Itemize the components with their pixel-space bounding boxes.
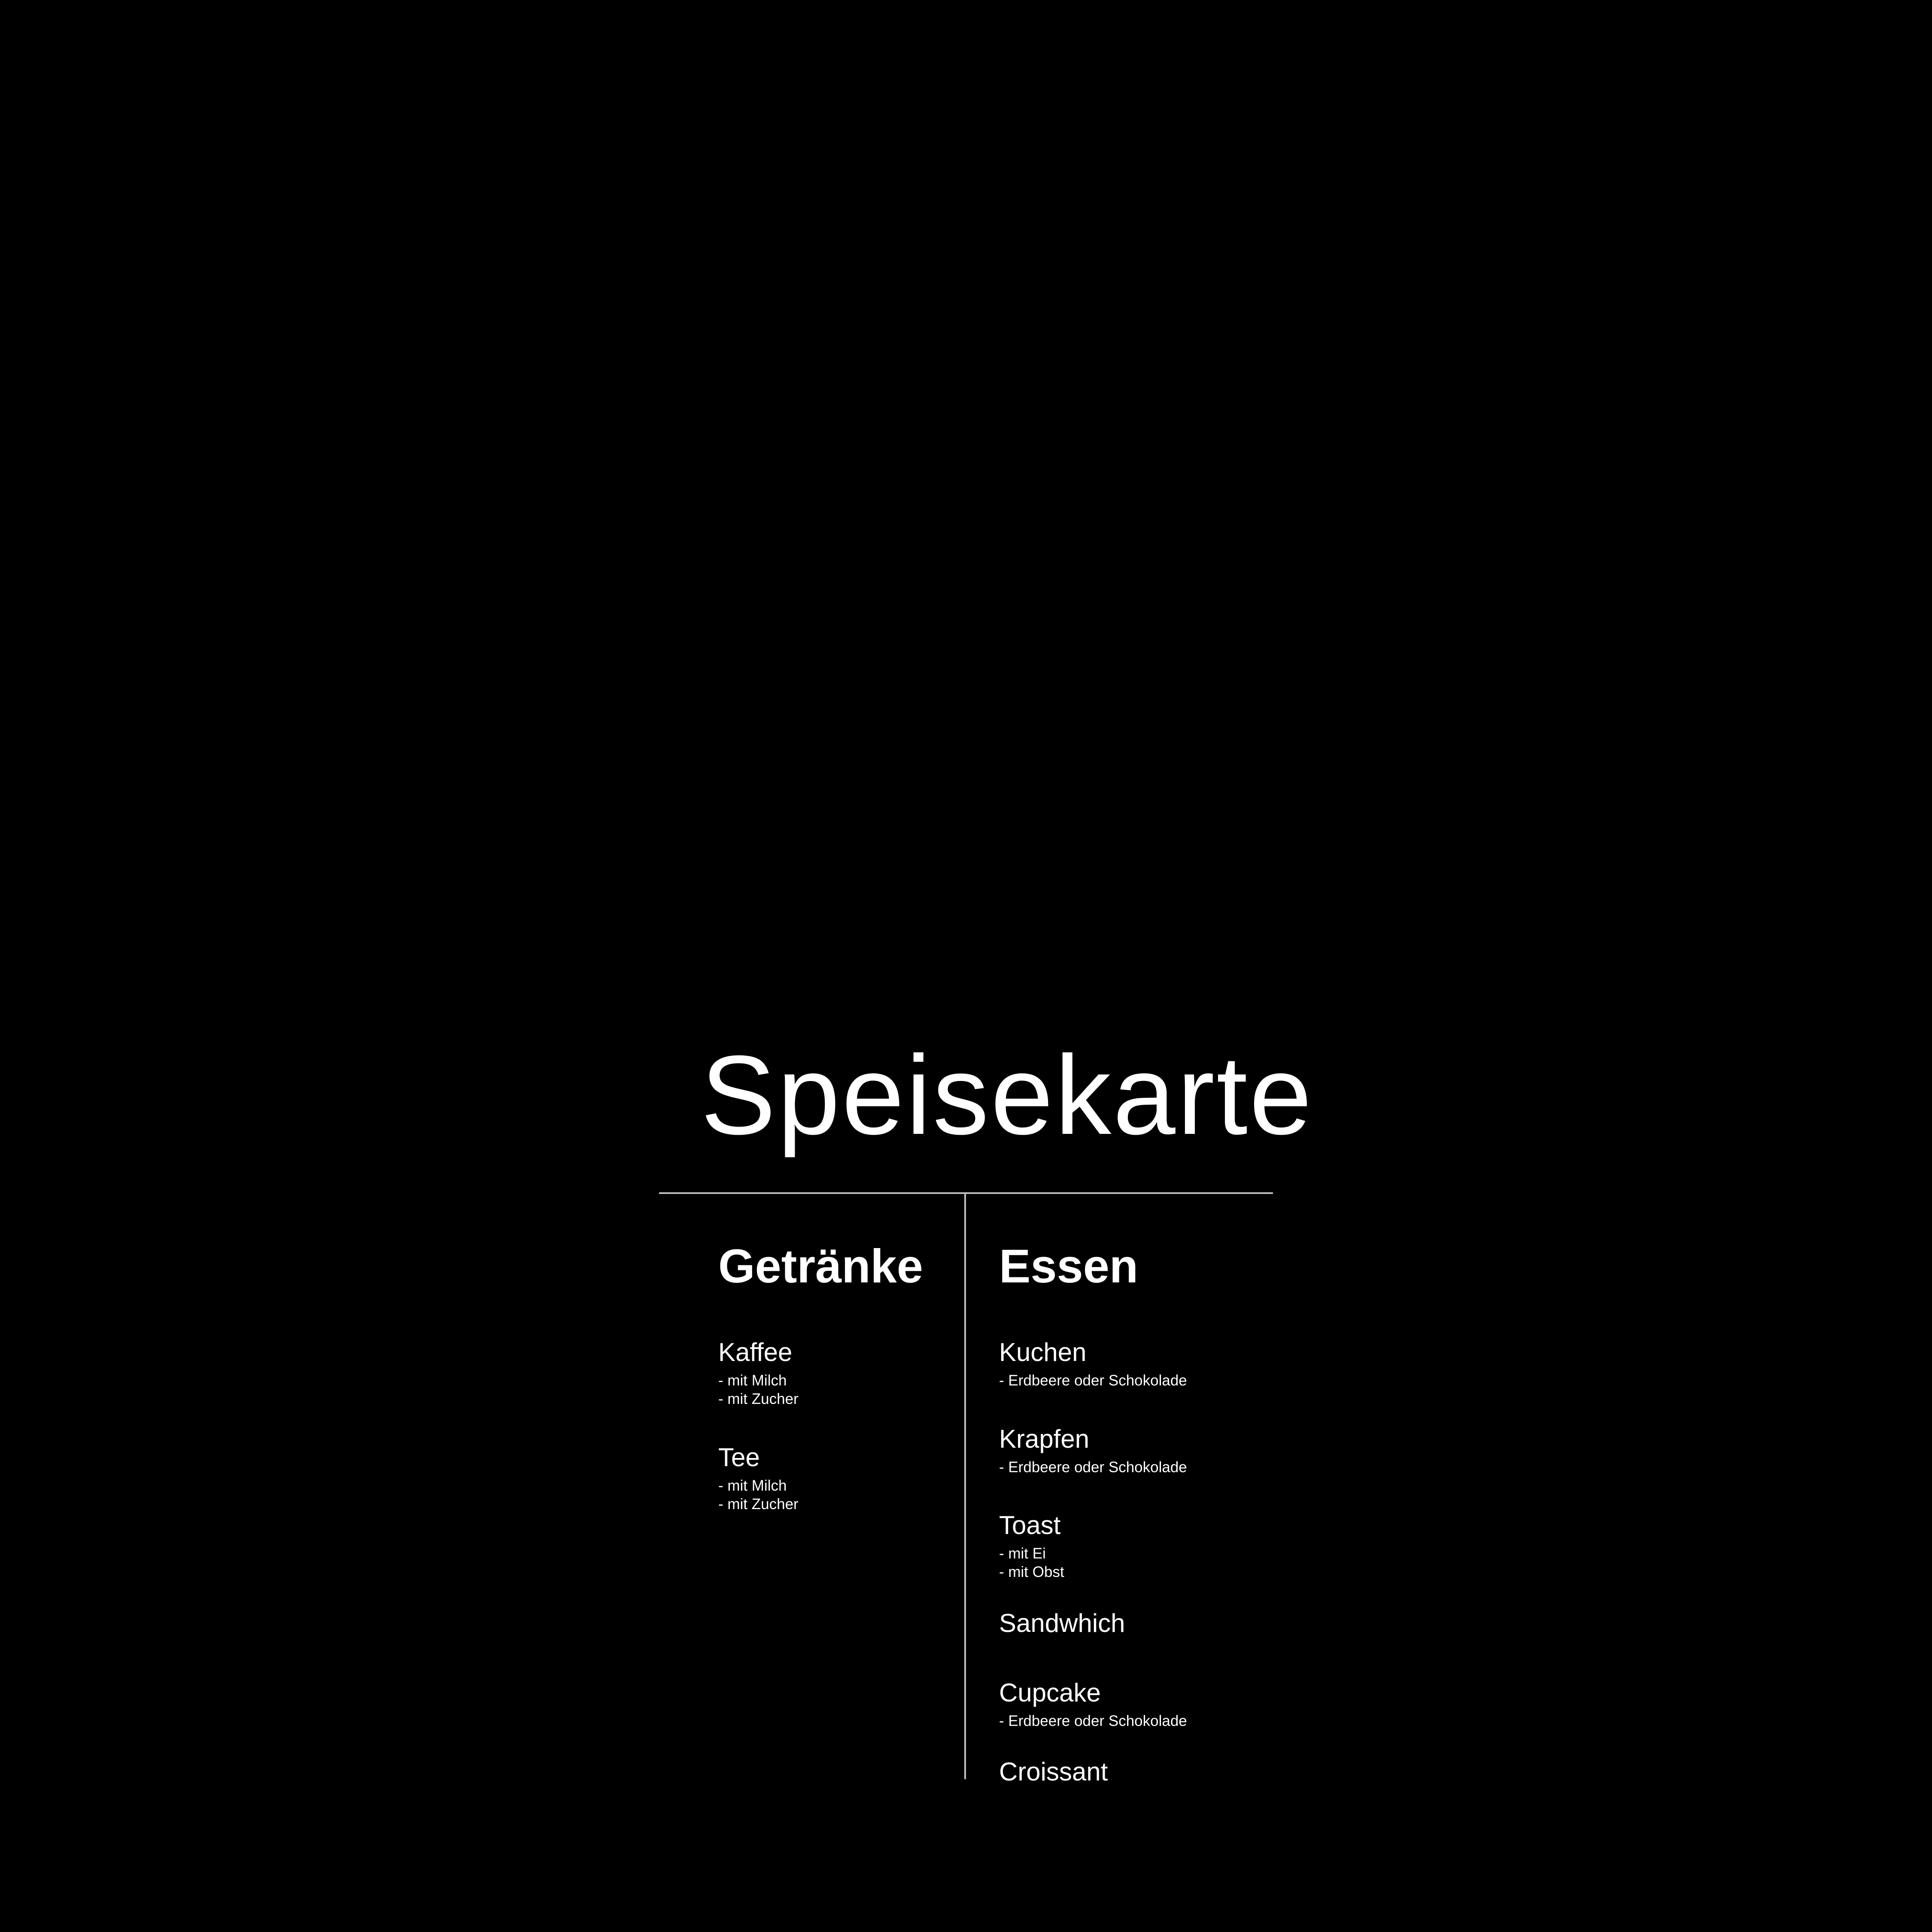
item-name: Kuchen: [999, 1338, 1087, 1367]
menu-item-kuchen: Kuchen - Erdbeere oder Schokolade: [999, 1340, 1187, 1390]
menu-item-tee: Tee - mit Milch - mit Zucher: [718, 1445, 799, 1513]
item-name: Sandwhich: [999, 1609, 1125, 1637]
menu-item-toast: Toast - mit Ei - mit Obst: [999, 1513, 1064, 1581]
item-option: - mit Ei: [999, 1545, 1046, 1562]
item-option: - mit Zucher: [718, 1496, 799, 1513]
horizontal-divider: [659, 1192, 1273, 1194]
item-name: Tee: [718, 1443, 760, 1472]
drinks-column: Getränke Kaffee - mit Milch - mit Zucher…: [718, 1240, 923, 1513]
item-option: - mit Milch: [718, 1477, 787, 1494]
item-name: Croissant: [999, 1757, 1108, 1786]
vertical-divider: [964, 1194, 966, 1779]
item-name: Kaffee: [718, 1338, 793, 1367]
food-heading: Essen: [999, 1240, 1139, 1293]
menu-title: Speisekarte: [701, 1032, 1314, 1158]
menu-item-sandwhich: Sandwhich: [999, 1610, 1125, 1636]
menu-item-croissant: Croissant: [999, 1759, 1108, 1785]
menu-item-kaffee: Kaffee - mit Milch - mit Zucher: [718, 1340, 799, 1408]
drinks-heading: Getränke: [718, 1240, 923, 1293]
menu-item-cupcake: Cupcake - Erdbeere oder Schokolade: [999, 1680, 1187, 1730]
item-name: Toast: [999, 1511, 1061, 1540]
menu-item-krapfen: Krapfen - Erdbeere oder Schokolade: [999, 1426, 1187, 1476]
item-name: Cupcake: [999, 1678, 1101, 1707]
item-option: - mit Zucher: [718, 1391, 799, 1407]
item-option: - mit Milch: [718, 1372, 787, 1389]
item-name: Krapfen: [999, 1425, 1090, 1453]
item-option: - Erdbeere oder Schokolade: [999, 1713, 1187, 1729]
item-option: - Erdbeere oder Schokolade: [999, 1459, 1187, 1476]
food-column: Essen Kuchen - Erdbeere oder Schokolade …: [999, 1240, 1187, 1785]
item-option: - Erdbeere oder Schokolade: [999, 1372, 1187, 1389]
item-option: - mit Obst: [999, 1564, 1064, 1580]
